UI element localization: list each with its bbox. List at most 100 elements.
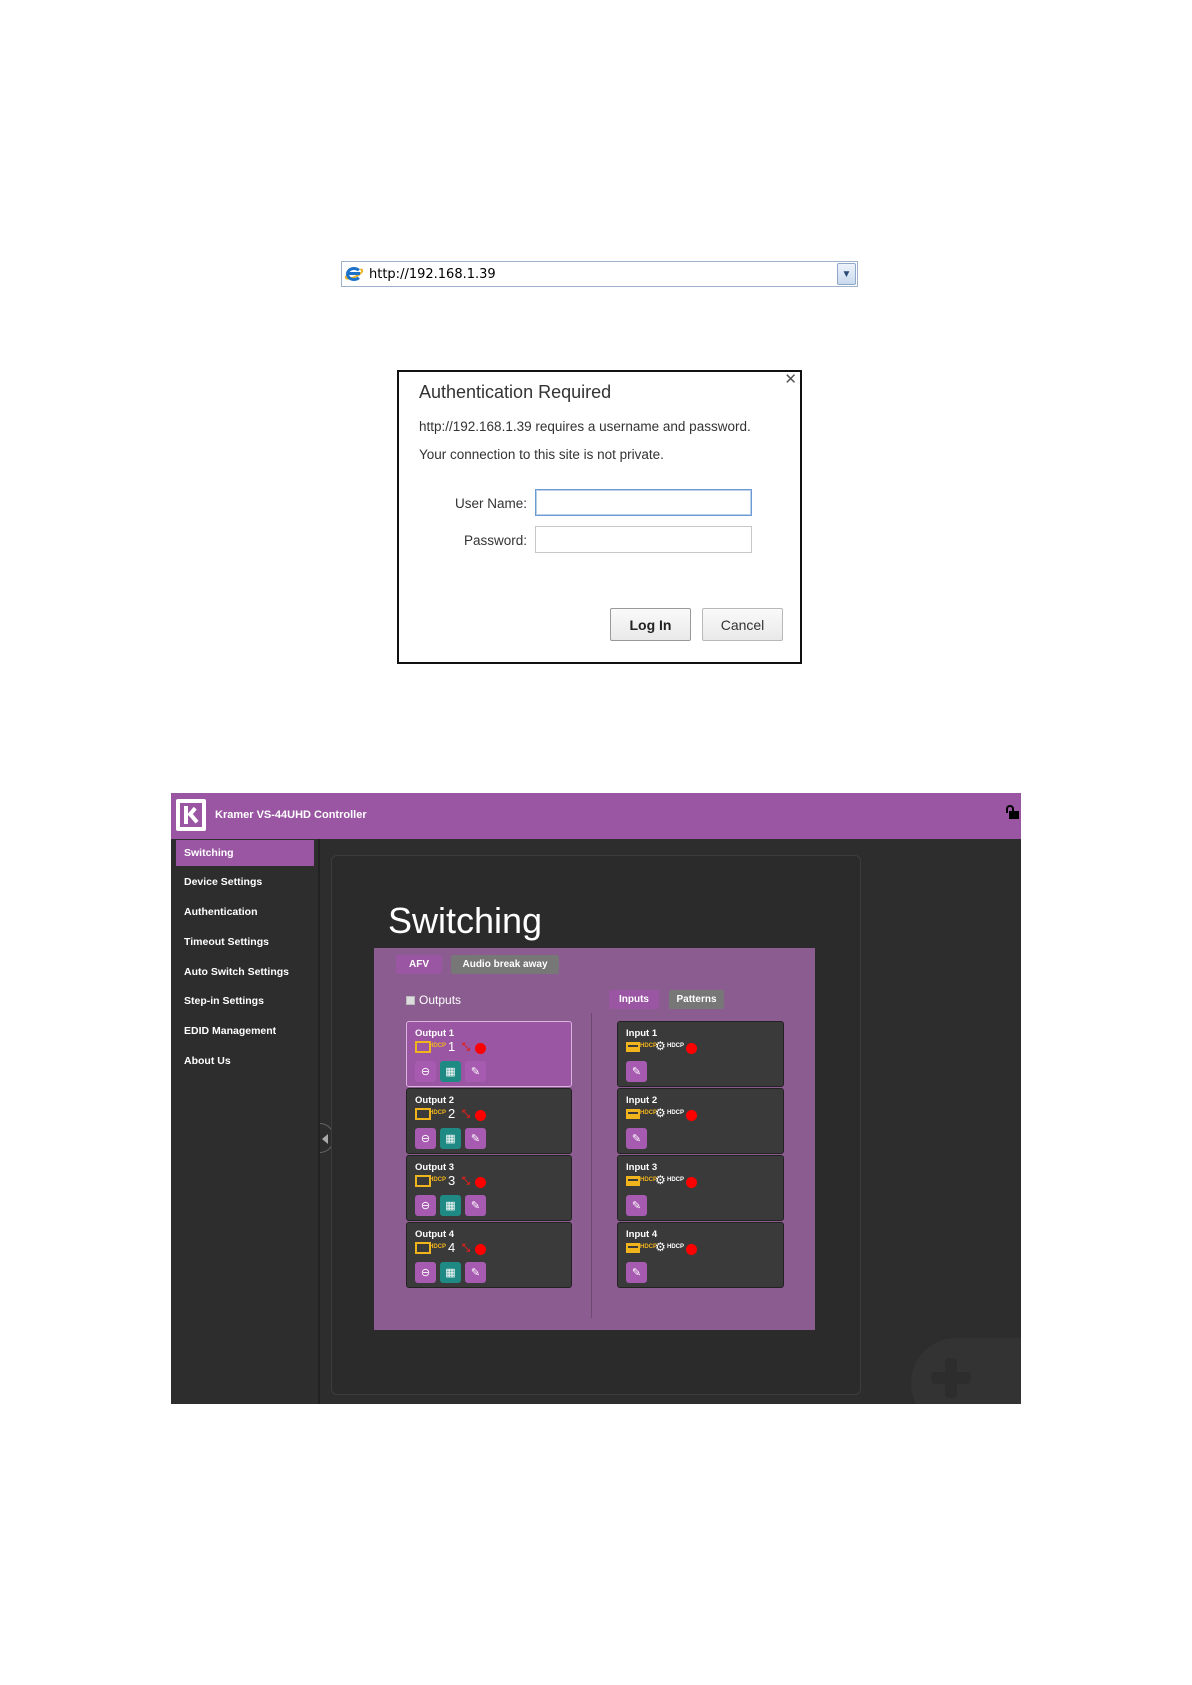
status-dot-icon bbox=[686, 1244, 697, 1255]
tab-afv[interactable]: AFV bbox=[396, 955, 442, 974]
hdmi-source-icon bbox=[626, 1109, 640, 1119]
tab-inputs[interactable]: Inputs bbox=[609, 990, 659, 1009]
hdcp-label: HDCP bbox=[429, 1177, 447, 1183]
input-name: Input 4 bbox=[626, 1229, 658, 1240]
video-toggle-icon[interactable]: ▦ bbox=[440, 1061, 461, 1082]
outputs-header: Outputs bbox=[406, 993, 461, 1007]
edit-icon[interactable]: ✎ bbox=[465, 1262, 486, 1283]
address-url[interactable]: http://192.168.1.39 bbox=[369, 267, 837, 282]
dialog-message-privacy: Your connection to this site is not priv… bbox=[419, 447, 664, 462]
output-card[interactable]: Output 4 HDCP 4 ⤡ ⊖ ▦ ✎ bbox=[406, 1222, 572, 1288]
edit-icon[interactable]: ✎ bbox=[626, 1195, 647, 1216]
password-field[interactable] bbox=[535, 526, 752, 553]
video-toggle-icon[interactable]: ▦ bbox=[440, 1128, 461, 1149]
sidebar-item-auto-switch-settings[interactable]: Auto Switch Settings bbox=[176, 959, 314, 985]
input-name: Input 1 bbox=[626, 1028, 658, 1039]
link-broken-icon: ⤡ bbox=[462, 1176, 470, 1187]
link-broken-icon: ⤡ bbox=[462, 1042, 470, 1053]
edit-icon[interactable]: ✎ bbox=[465, 1195, 486, 1216]
sidebar-item-edid-management[interactable]: EDID Management bbox=[176, 1018, 314, 1044]
hdcp-label: HDCP bbox=[667, 1110, 685, 1116]
status-dot-icon bbox=[475, 1177, 486, 1188]
link-broken-icon: ⤡ bbox=[462, 1243, 470, 1254]
output-card[interactable]: Output 1 HDCP 1 ⤡ ⊖ ▦ ✎ bbox=[406, 1021, 572, 1087]
video-toggle-icon[interactable]: ▦ bbox=[440, 1262, 461, 1283]
hdcp-label: HDCP bbox=[429, 1110, 447, 1116]
film-reel-icon: ⚙ bbox=[655, 1039, 666, 1053]
status-dot-icon bbox=[475, 1110, 486, 1121]
cancel-button[interactable]: Cancel bbox=[702, 608, 783, 641]
tab-patterns[interactable]: Patterns bbox=[669, 990, 724, 1009]
edit-icon[interactable]: ✎ bbox=[626, 1262, 647, 1283]
edit-icon[interactable]: ✎ bbox=[626, 1061, 647, 1082]
output-card[interactable]: Output 3 HDCP 3 ⤡ ⊖ ▦ ✎ bbox=[406, 1155, 572, 1221]
status-dot-icon bbox=[686, 1110, 697, 1121]
input-card[interactable]: Input 2 HDCP ⚙ HDCP ✎ bbox=[617, 1088, 784, 1154]
outputs-label: Outputs bbox=[419, 993, 462, 1007]
output-name: Output 3 bbox=[415, 1162, 455, 1173]
lock-icon[interactable] bbox=[1005, 805, 1019, 819]
switching-panel: AFV Audio break away Outputs Inputs Patt… bbox=[374, 948, 815, 1330]
hdcp-label: HDCP bbox=[667, 1043, 685, 1049]
output-name: Output 2 bbox=[415, 1095, 455, 1106]
username-label: User Name: bbox=[454, 496, 527, 511]
edit-icon[interactable]: ✎ bbox=[626, 1128, 647, 1149]
video-toggle-icon[interactable]: ▦ bbox=[440, 1195, 461, 1216]
sidebar-item-timeout-settings[interactable]: Timeout Settings bbox=[176, 929, 314, 955]
tab-audio-break-away[interactable]: Audio break away bbox=[451, 955, 559, 974]
login-button[interactable]: Log In bbox=[610, 608, 691, 641]
audio-link-icon[interactable]: ⊖ bbox=[415, 1061, 436, 1082]
input-name: Input 2 bbox=[626, 1095, 658, 1106]
page-title: Switching bbox=[388, 900, 543, 941]
dialog-message-url: http://192.168.1.39 requires a username … bbox=[419, 419, 751, 434]
status-dot-icon bbox=[686, 1043, 697, 1054]
hdmi-source-icon bbox=[626, 1243, 640, 1253]
edit-icon[interactable]: ✎ bbox=[465, 1061, 486, 1082]
kramer-logo bbox=[176, 799, 206, 831]
column-divider bbox=[591, 1013, 592, 1318]
hdmi-source-icon bbox=[626, 1042, 640, 1052]
input-card[interactable]: Input 3 HDCP ⚙ HDCP ✎ bbox=[617, 1155, 784, 1221]
sidebar-item-switching[interactable]: Switching bbox=[176, 840, 314, 866]
status-dot-icon bbox=[686, 1177, 697, 1188]
audio-link-icon[interactable]: ⊖ bbox=[415, 1262, 436, 1283]
output-card[interactable]: Output 2 HDCP 2 ⤡ ⊖ ▦ ✎ bbox=[406, 1088, 572, 1154]
sidebar-item-about-us[interactable]: About Us bbox=[176, 1048, 314, 1074]
status-dot-icon bbox=[475, 1043, 486, 1054]
output-number: 4 bbox=[448, 1240, 456, 1255]
chevron-down-icon[interactable]: ▼ bbox=[837, 263, 856, 285]
output-number: 3 bbox=[448, 1173, 456, 1188]
sidebar-item-step-in-settings[interactable]: Step-in Settings bbox=[176, 988, 314, 1014]
edit-icon[interactable]: ✎ bbox=[465, 1128, 486, 1149]
hdcp-label: HDCP bbox=[429, 1244, 447, 1250]
hdcp-label: HDCP bbox=[667, 1177, 685, 1183]
address-bar[interactable]: http://192.168.1.39 ▼ bbox=[341, 261, 858, 287]
close-icon[interactable]: ✕ bbox=[784, 372, 797, 388]
film-reel-icon: ⚙ bbox=[655, 1106, 666, 1120]
dialog-title: Authentication Required bbox=[419, 382, 612, 402]
outputs-select-all-checkbox[interactable] bbox=[406, 995, 415, 1005]
hdcp-label: HDCP bbox=[429, 1043, 447, 1049]
hdmi-source-icon bbox=[626, 1176, 640, 1186]
auth-dialog: ✕ Authentication Required http://192.168… bbox=[397, 370, 802, 664]
link-broken-icon: ⤡ bbox=[462, 1109, 470, 1120]
input-card[interactable]: Input 1 HDCP ⚙ HDCP ✎ bbox=[617, 1021, 784, 1087]
audio-link-icon[interactable]: ⊖ bbox=[415, 1195, 436, 1216]
input-name: Input 3 bbox=[626, 1162, 658, 1173]
kramer-app: Kramer VS-44UHD Controller Switching Dev… bbox=[171, 793, 1021, 1404]
film-reel-icon: ⚙ bbox=[655, 1240, 666, 1254]
sidebar-item-authentication[interactable]: Authentication bbox=[176, 899, 314, 925]
film-reel-icon: ⚙ bbox=[655, 1173, 666, 1187]
gamepad-watermark-icon bbox=[911, 1338, 1021, 1404]
input-card[interactable]: Input 4 HDCP ⚙ HDCP ✎ bbox=[617, 1222, 784, 1288]
audio-link-icon[interactable]: ⊖ bbox=[415, 1128, 436, 1149]
sidebar-item-device-settings[interactable]: Device Settings bbox=[176, 869, 314, 895]
output-name: Output 1 bbox=[415, 1028, 455, 1039]
output-number: 2 bbox=[448, 1106, 456, 1121]
status-dot-icon bbox=[475, 1244, 486, 1255]
sidebar: Switching Device Settings Authentication… bbox=[171, 839, 320, 1404]
app-header: Kramer VS-44UHD Controller bbox=[171, 793, 1021, 839]
username-field[interactable] bbox=[535, 489, 752, 516]
hdcp-label: HDCP bbox=[667, 1244, 685, 1250]
output-name: Output 4 bbox=[415, 1229, 455, 1240]
